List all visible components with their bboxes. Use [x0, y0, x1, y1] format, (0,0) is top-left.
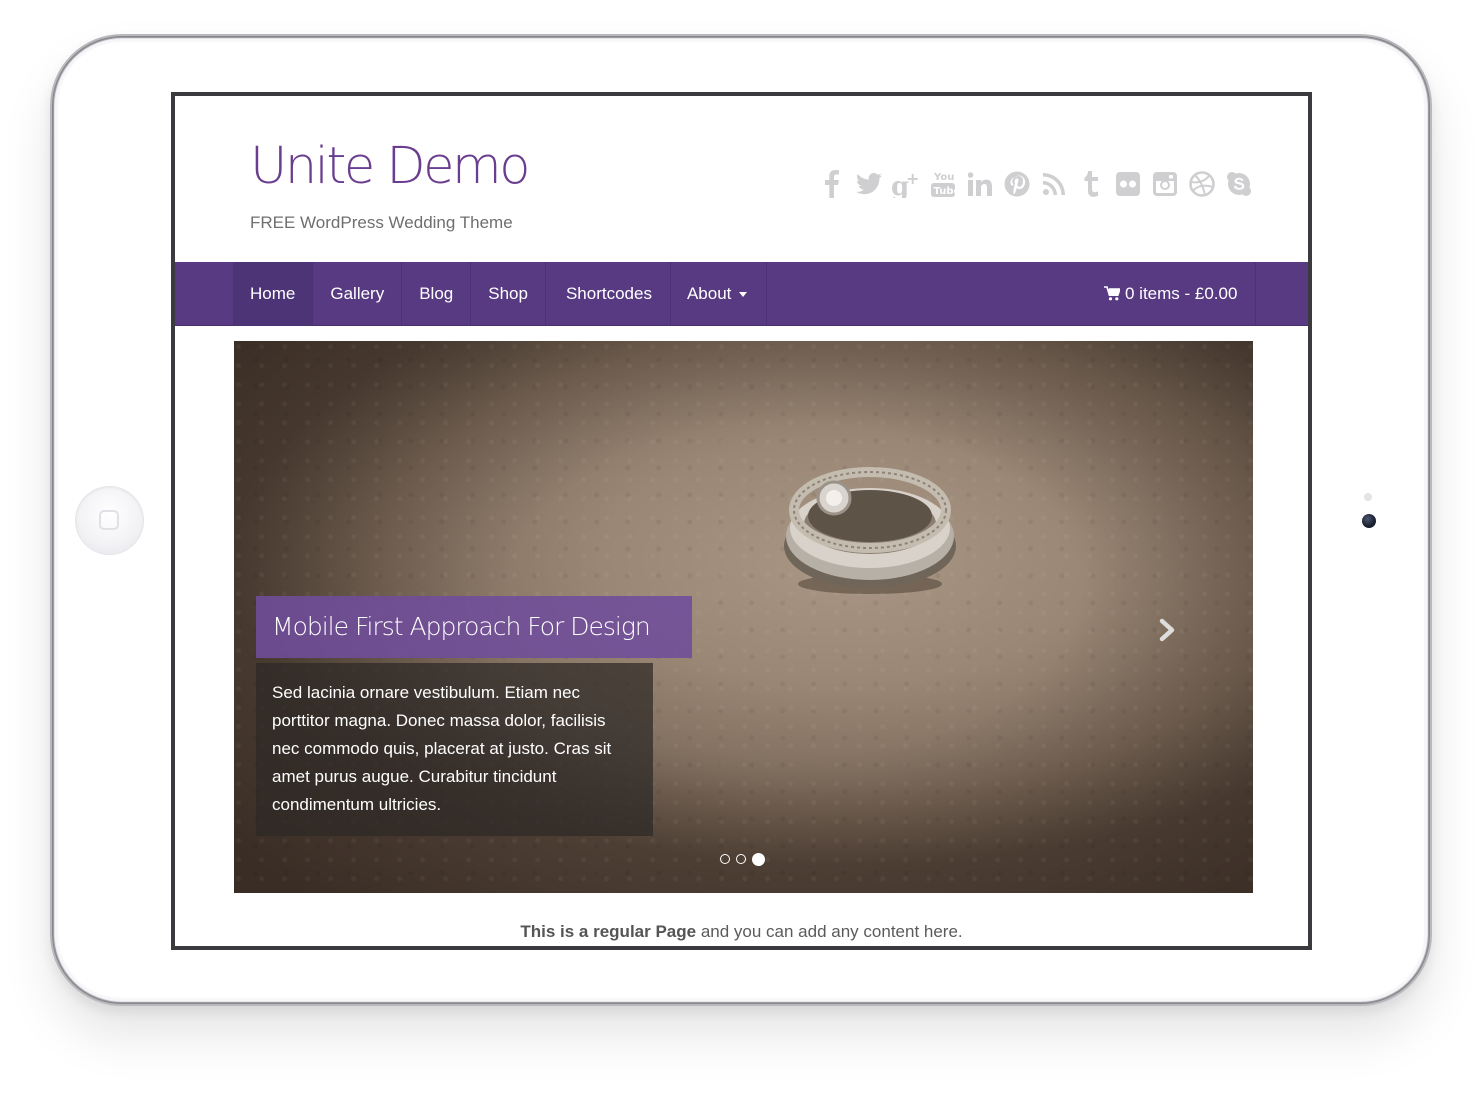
nav-item-home[interactable]: Home	[233, 262, 314, 325]
nav-item-gallery[interactable]: Gallery	[313, 262, 403, 325]
svg-text:You: You	[933, 172, 954, 183]
cart-icon	[1104, 286, 1120, 301]
nav-item-label: Home	[250, 283, 296, 303]
youtube-icon[interactable]: You Tube	[924, 166, 961, 202]
svg-text:+: +	[906, 170, 919, 188]
main-navbar: Home Gallery Blog Shop Shortcodes About …	[175, 262, 1308, 326]
flickr-icon[interactable]	[1109, 166, 1146, 202]
facebook-icon[interactable]	[813, 166, 850, 202]
twitter-icon[interactable]	[850, 166, 887, 202]
tumblr-icon[interactable]	[1072, 166, 1109, 202]
nav-item-label: Shop	[488, 283, 528, 303]
home-button[interactable]	[76, 487, 143, 554]
nav-item-shortcodes[interactable]: Shortcodes	[546, 262, 671, 325]
instagram-icon[interactable]	[1146, 166, 1183, 202]
site-tagline: FREE WordPress Wedding Theme	[250, 213, 513, 232]
nav-item-shop[interactable]: Shop	[471, 262, 546, 325]
nav-item-label: About	[686, 283, 732, 303]
pinterest-icon[interactable]	[998, 166, 1035, 202]
chevron-down-icon	[739, 292, 748, 297]
nav-item-label: Blog	[419, 283, 454, 303]
social-icons: g+ You Tube	[813, 166, 1257, 202]
cart-link[interactable]: 0 items - £0.00	[1104, 262, 1257, 325]
sensor	[1364, 493, 1372, 501]
slide-caption-text: Sed lacinia ornare vestibulum. Etiam nec…	[256, 663, 653, 836]
nav-menu: Home Gallery Blog Shop Shortcodes About	[233, 262, 768, 325]
nav-item-label: Gallery	[330, 283, 385, 303]
slider-dot[interactable]	[720, 854, 730, 864]
skype-icon[interactable]	[1220, 166, 1257, 202]
google-plus-icon[interactable]: g +	[887, 166, 924, 202]
svg-text:Tube: Tube	[933, 186, 955, 197]
slider-dot[interactable]	[736, 854, 746, 864]
dribbble-icon[interactable]	[1183, 166, 1220, 202]
nav-item-label: Shortcodes	[565, 283, 652, 303]
nav-item-blog[interactable]: Blog	[402, 262, 472, 325]
slider-dot-active[interactable]	[752, 853, 765, 866]
linkedin-icon[interactable]	[961, 166, 998, 202]
nav-item-about[interactable]: About	[671, 262, 768, 325]
site-title[interactable]: Unite Demo	[250, 141, 530, 192]
screen: Unite Demo FREE WordPress Wedding Theme …	[171, 92, 1312, 950]
rss-icon[interactable]	[1035, 166, 1072, 202]
ring-image	[784, 467, 956, 594]
hero-slider[interactable]: Mobile First Approach For Design Sed lac…	[234, 341, 1253, 893]
page-content-rest: and you can add any content here.	[696, 922, 963, 941]
chevron-right-icon[interactable]	[1156, 615, 1180, 645]
cart-label: 0 items - £0.00	[1125, 283, 1238, 303]
page-content-text: This is a regular Page and you can add a…	[175, 922, 1308, 942]
slider-pagination	[720, 853, 765, 866]
home-button-icon	[99, 510, 119, 530]
page-content-bold: This is a regular Page	[520, 922, 697, 941]
camera	[1362, 514, 1376, 528]
slide-caption-title[interactable]: Mobile First Approach For Design	[256, 596, 692, 658]
